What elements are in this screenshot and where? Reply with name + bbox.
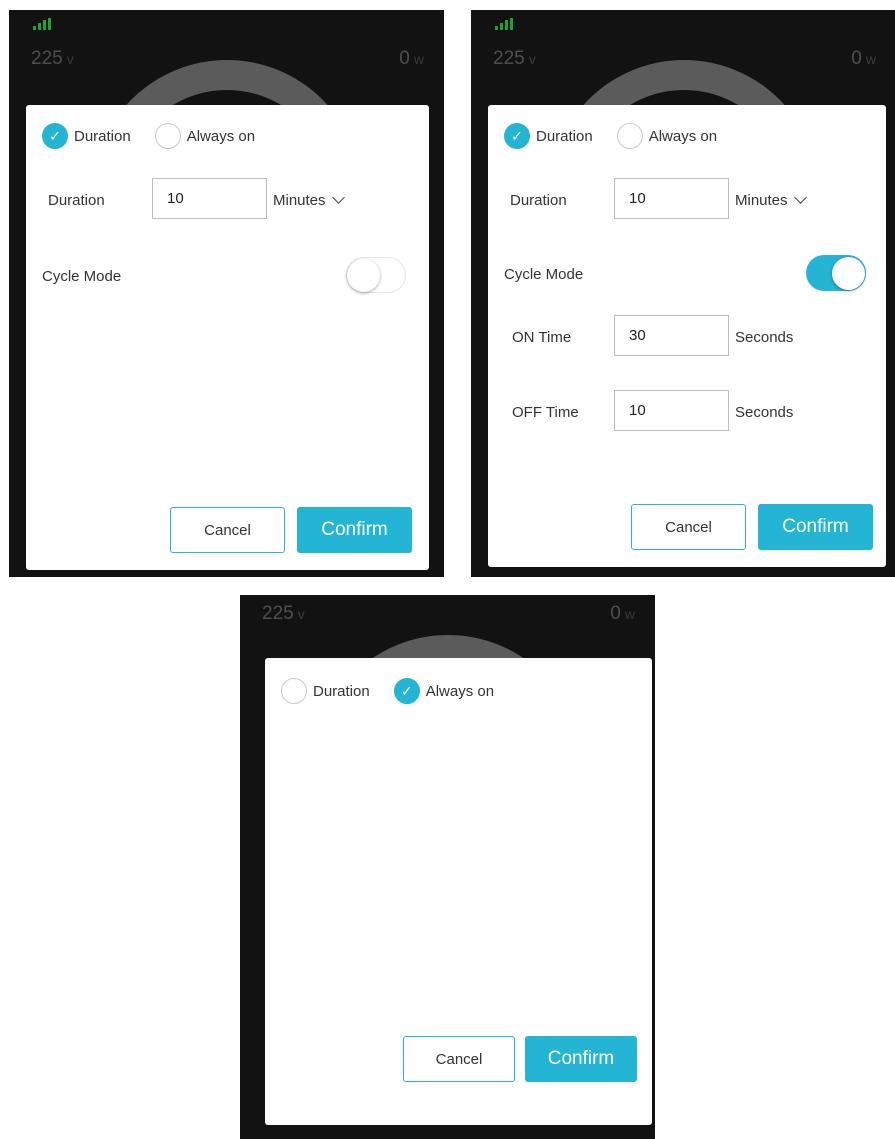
always-on-radio[interactable] xyxy=(154,123,181,149)
cycle-mode-label: Cycle Mode xyxy=(504,266,584,283)
off-time-label: OFF Time xyxy=(512,404,579,421)
cycle-mode-toggle[interactable] xyxy=(346,257,406,293)
duration-label: Duration xyxy=(48,192,105,209)
chevron-down-icon xyxy=(793,191,807,204)
cancel-button[interactable]: Cancel xyxy=(631,504,746,550)
duration-radio-label[interactable]: Duration xyxy=(536,128,593,145)
duration-input[interactable]: 10 xyxy=(614,178,729,219)
duration-unit-label: Minutes xyxy=(273,192,326,209)
toggle-knob xyxy=(347,259,380,292)
cycle-mode-label: Cycle Mode xyxy=(42,268,122,285)
cancel-button[interactable]: Cancel xyxy=(170,507,285,553)
duration-unit-dropdown[interactable]: Minutes xyxy=(735,191,807,209)
confirm-button[interactable]: Confirm xyxy=(297,507,412,553)
app-screen-cycle-mode: 225 v 0w ✓ Duration Always on Duration 10… xyxy=(471,10,895,577)
off-time-input[interactable]: 10 xyxy=(614,390,729,431)
voltage-readout: 225 v xyxy=(262,603,305,624)
always-on-radio-label[interactable]: Always on xyxy=(649,128,717,145)
always-on-radio[interactable]: ✓ xyxy=(393,678,420,704)
duration-radio[interactable]: ✓ xyxy=(504,123,530,149)
voltage-readout: 225 v xyxy=(493,48,536,69)
duration-input[interactable]: 10 xyxy=(152,178,267,219)
always-on-radio[interactable] xyxy=(616,123,643,149)
duration-radio[interactable] xyxy=(281,678,307,704)
toggle-knob xyxy=(832,256,865,290)
chevron-down-icon xyxy=(331,191,345,204)
duration-radio-label[interactable]: Duration xyxy=(74,128,131,145)
cancel-button[interactable]: Cancel xyxy=(403,1036,515,1082)
on-time-label: ON Time xyxy=(512,329,572,346)
mode-selector: Duration ✓ Always on xyxy=(281,678,494,704)
power-readout: 0w xyxy=(851,48,876,69)
duration-unit-label: Minutes xyxy=(735,192,788,209)
signal-strength-icon xyxy=(33,18,51,30)
cycle-mode-toggle[interactable] xyxy=(806,255,866,291)
timer-settings-dialog: ✓ Duration Always on Duration 10 Minutes… xyxy=(488,105,886,567)
on-time-input[interactable]: 30 xyxy=(614,315,729,356)
duration-radio[interactable]: ✓ xyxy=(42,123,68,149)
app-screen-always-on: 225 v 0w Duration ✓ Always on Cancel Conf… xyxy=(240,595,655,1139)
mode-selector: ✓ Duration Always on xyxy=(42,123,255,149)
power-readout: 0w xyxy=(399,48,424,69)
timer-settings-dialog: ✓ Duration Always on Duration 10 Minutes… xyxy=(26,105,429,570)
off-time-unit: Seconds xyxy=(735,404,794,421)
mode-selector: ✓ Duration Always on xyxy=(504,123,717,149)
always-on-radio-label[interactable]: Always on xyxy=(187,128,255,145)
voltage-readout: 225 v xyxy=(31,48,74,69)
duration-label: Duration xyxy=(510,192,567,209)
power-readout: 0w xyxy=(610,603,635,624)
on-time-unit: Seconds xyxy=(735,329,794,346)
always-on-radio-label[interactable]: Always on xyxy=(426,683,494,700)
app-screen-duration: 225 v 0w ✓ Duration Always on Duration 10… xyxy=(9,10,444,577)
timer-settings-dialog: Duration ✓ Always on Cancel Confirm xyxy=(265,658,652,1125)
duration-unit-dropdown[interactable]: Minutes xyxy=(273,191,345,209)
signal-strength-icon xyxy=(495,18,513,30)
confirm-button[interactable]: Confirm xyxy=(525,1036,637,1082)
confirm-button[interactable]: Confirm xyxy=(758,504,873,550)
duration-radio-label[interactable]: Duration xyxy=(313,683,370,700)
